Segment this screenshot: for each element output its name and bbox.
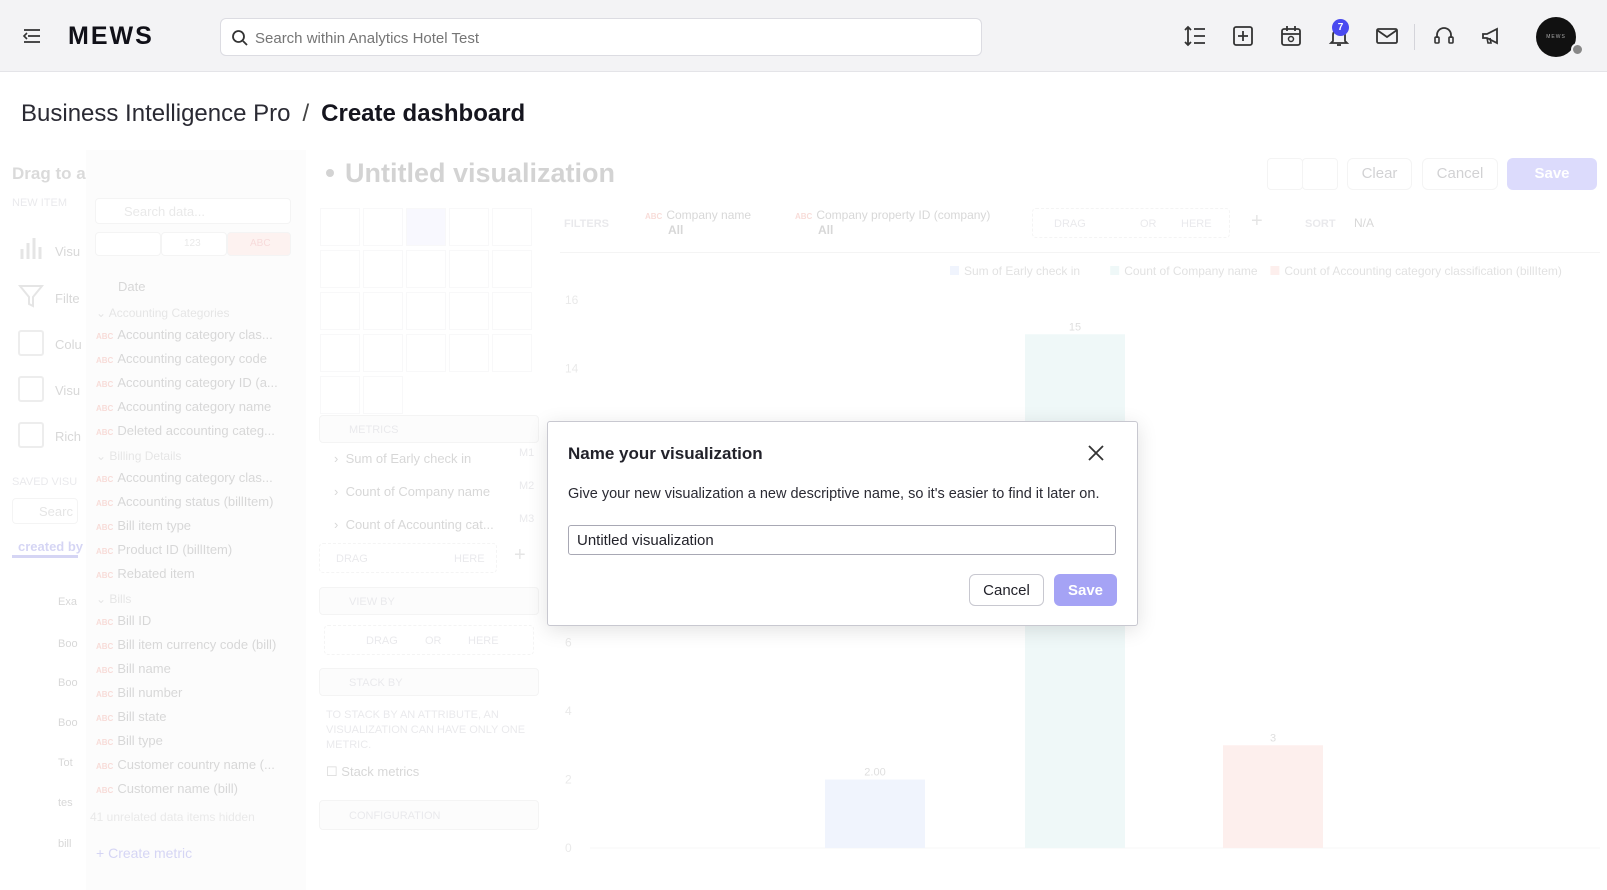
line-spacing-icon[interactable] bbox=[1183, 24, 1207, 48]
breadcrumb-separator: / bbox=[302, 100, 310, 127]
notification-badge: 7 bbox=[1332, 19, 1349, 36]
visualization-name-input[interactable] bbox=[568, 525, 1116, 555]
avatar[interactable]: MEWS bbox=[1536, 17, 1576, 57]
page-title: Create dashboard bbox=[321, 100, 526, 127]
search-input[interactable] bbox=[255, 25, 955, 51]
calendar-view-icon[interactable] bbox=[1279, 24, 1303, 48]
breadcrumb: Business Intelligence Pro / Create dashboa… bbox=[21, 100, 525, 128]
global-search[interactable] bbox=[220, 18, 982, 56]
cancel-button[interactable]: Cancel bbox=[969, 574, 1044, 606]
megaphone-icon[interactable] bbox=[1480, 24, 1504, 48]
toolbar-divider bbox=[1414, 24, 1415, 50]
support-headset-icon[interactable] bbox=[1432, 24, 1456, 48]
dialog-description: Give your new visualization a new descri… bbox=[568, 486, 1100, 502]
close-icon[interactable] bbox=[1085, 442, 1107, 464]
top-bar: MEWS 7 MEWS bbox=[0, 0, 1607, 72]
add-square-icon[interactable] bbox=[1231, 24, 1255, 48]
mews-logo[interactable]: MEWS bbox=[68, 22, 154, 51]
dialog-title: Name your visualization bbox=[568, 444, 763, 463]
breadcrumb-parent[interactable]: Business Intelligence Pro bbox=[21, 100, 290, 127]
save-button[interactable]: Save bbox=[1054, 574, 1117, 606]
mail-icon[interactable] bbox=[1375, 24, 1399, 48]
menu-icon[interactable] bbox=[22, 26, 42, 46]
search-icon bbox=[232, 30, 248, 46]
name-visualization-dialog: Name your visualization Give your new vi… bbox=[547, 421, 1138, 626]
status-indicator bbox=[1571, 43, 1584, 56]
